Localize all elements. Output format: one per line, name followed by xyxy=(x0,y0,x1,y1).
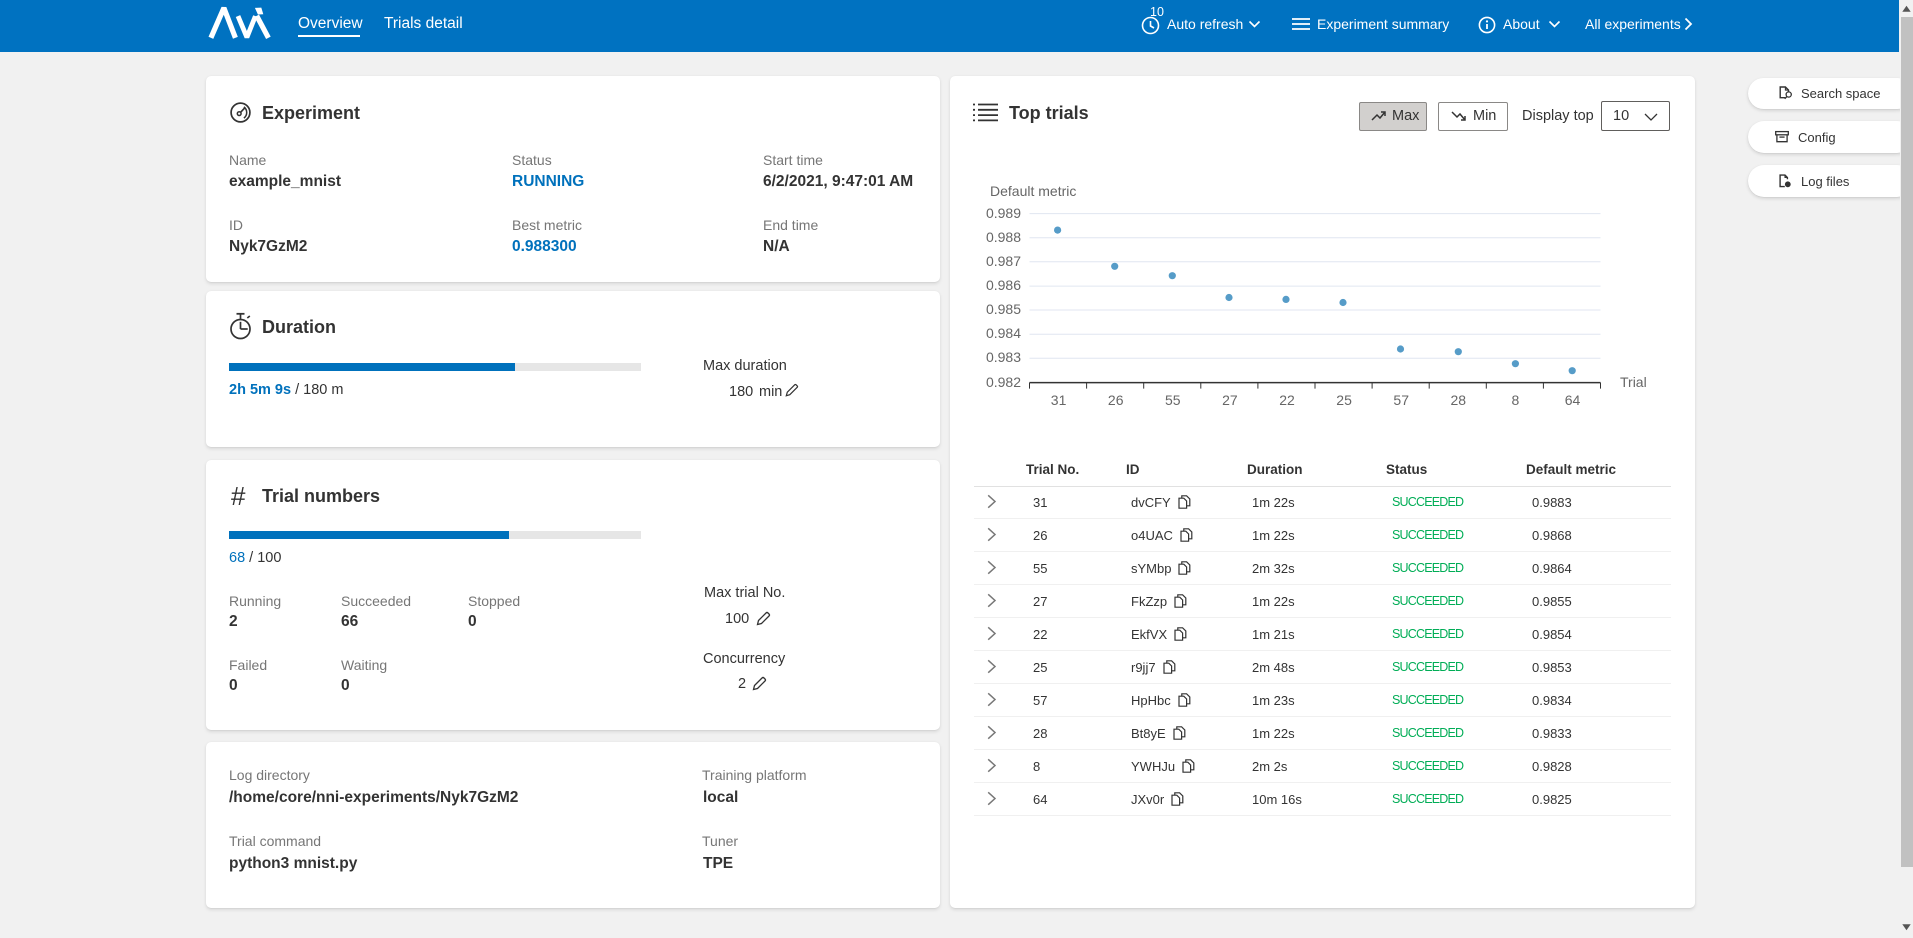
svg-text:28: 28 xyxy=(1451,392,1467,408)
svg-text:57: 57 xyxy=(1393,392,1409,408)
svg-text:55: 55 xyxy=(1165,392,1181,408)
svg-text:0.988: 0.988 xyxy=(986,229,1021,245)
svg-text:0.984: 0.984 xyxy=(986,325,1021,341)
svg-text:0.986: 0.986 xyxy=(986,277,1021,293)
svg-text:26: 26 xyxy=(1108,392,1124,408)
svg-text:25: 25 xyxy=(1336,392,1352,408)
svg-text:0.989: 0.989 xyxy=(986,205,1021,221)
svg-text:8: 8 xyxy=(1512,392,1520,408)
svg-text:31: 31 xyxy=(1051,392,1067,408)
svg-text:64: 64 xyxy=(1565,392,1581,408)
svg-text:22: 22 xyxy=(1279,392,1295,408)
svg-text:0.982: 0.982 xyxy=(986,374,1021,390)
svg-text:0.983: 0.983 xyxy=(986,349,1021,365)
svg-text:0.987: 0.987 xyxy=(986,253,1021,269)
svg-text:Trial: Trial xyxy=(1620,374,1647,390)
svg-text:27: 27 xyxy=(1222,392,1238,408)
svg-text:0.985: 0.985 xyxy=(986,301,1021,317)
svg-text:Default metric: Default metric xyxy=(990,183,1076,199)
